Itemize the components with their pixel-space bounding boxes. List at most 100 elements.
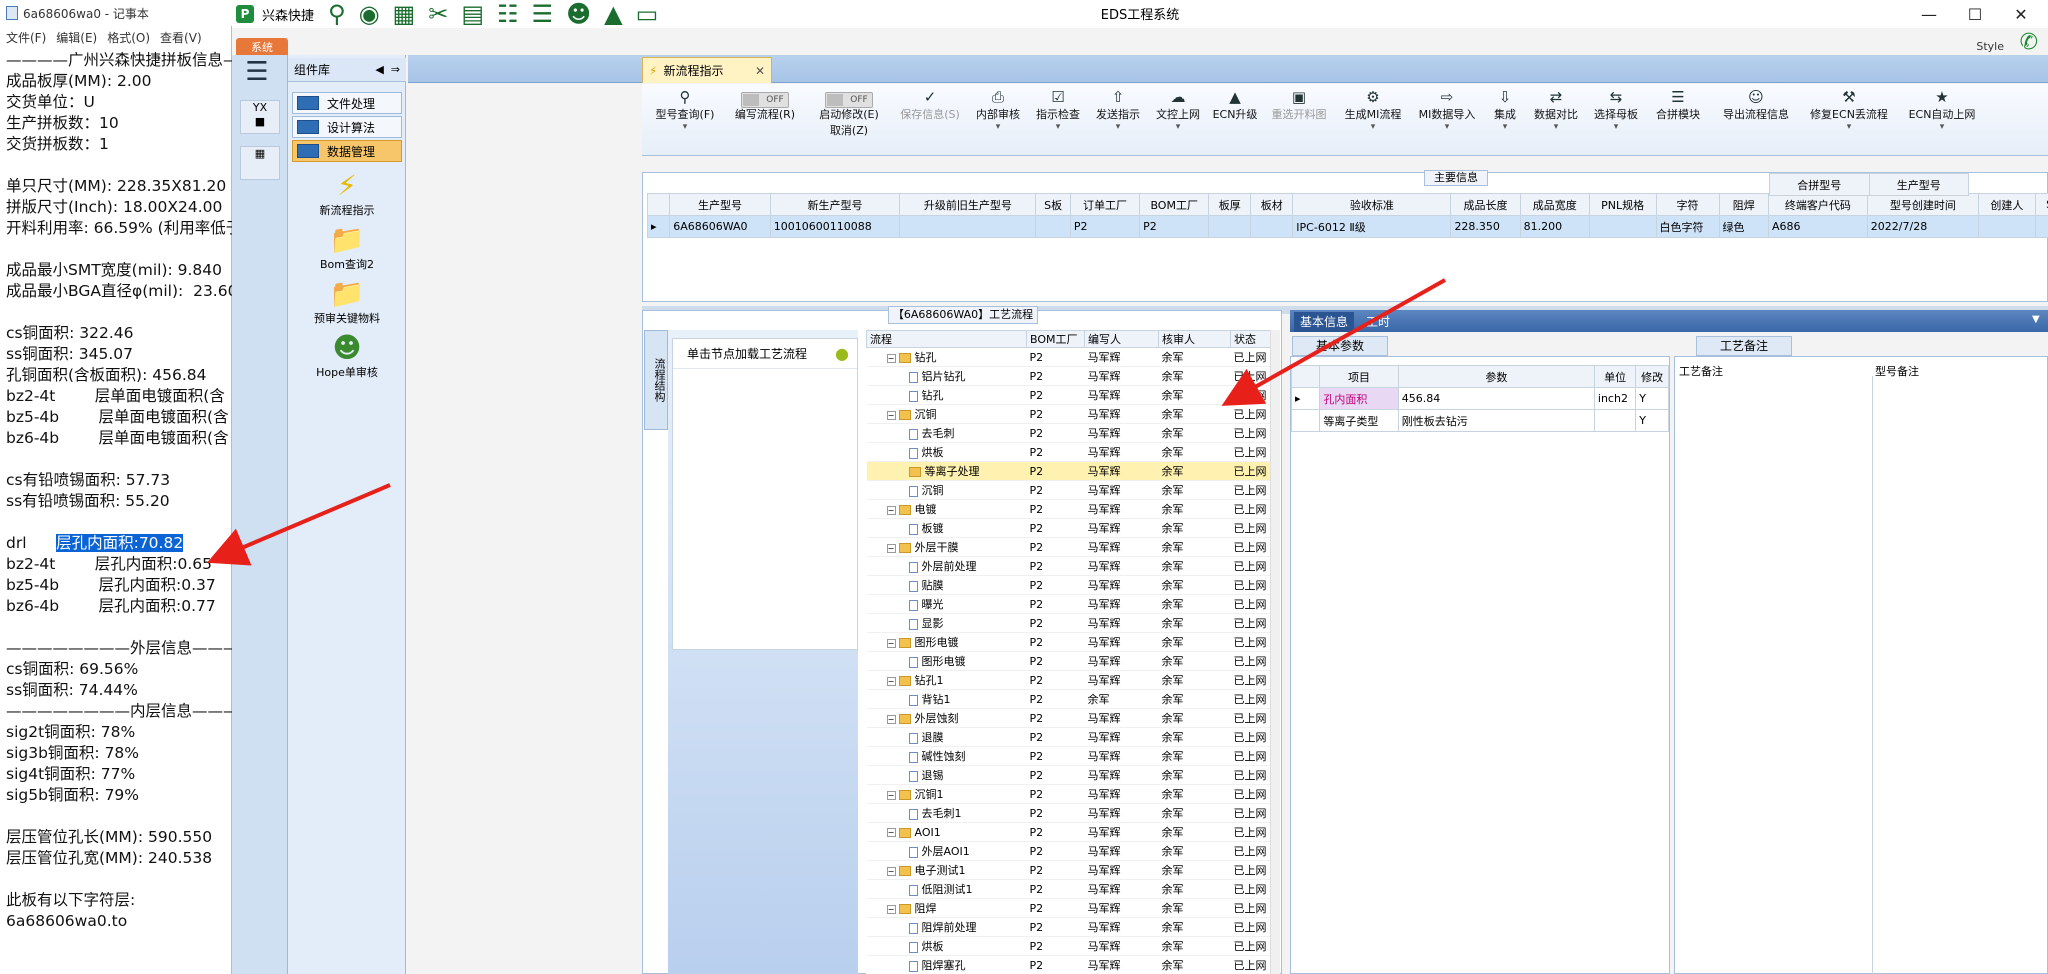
tree-row[interactable]: − 钻孔 P2 马军辉 余军 已上网 — [866, 347, 1278, 367]
tree-row[interactable]: 去毛刺1 P2 马军辉 余军 已上网 — [866, 803, 1278, 823]
merge-column-header[interactable]: 合拼型号 — [1769, 173, 1870, 196]
tree-row[interactable]: 退膜 P2 马军辉 余军 已上网 — [866, 727, 1278, 747]
tree-row[interactable]: 外层前处理 P2 马军辉 余军 已上网 — [866, 556, 1278, 576]
tree-row[interactable]: 显影 P2 马军辉 余军 已上网 — [866, 613, 1278, 633]
toolbar-button-6[interactable]: ⇧ 发送指示 ▾ — [1088, 88, 1148, 148]
toggle-switch[interactable]: OFF — [724, 88, 806, 108]
notepad-text-area[interactable]: ————广州兴森快捷拼板信息———— 成品板厚(MM): 2.00 交货单位：U 生产… — [6, 50, 232, 974]
column-header[interactable]: 型号创建时间 — [1866, 193, 1979, 216]
tree-row[interactable]: 阻焊前处理 P2 马军辉 余军 已上网 — [866, 917, 1278, 937]
tree-row[interactable]: − 电子测试1 P2 马军辉 余军 已上网 — [866, 860, 1278, 880]
param-column-header[interactable]: 单位 — [1593, 365, 1637, 388]
toolbar-button-13[interactable]: ⇄ 数据对比 ▾ — [1526, 88, 1586, 148]
library-item-1[interactable]: 📁 Bom查询2 — [292, 224, 402, 272]
tree-node[interactable]: − AOI1 — [866, 822, 1027, 842]
tree-row[interactable]: 低阻测试1 P2 马军辉 余军 已上网 — [866, 879, 1278, 899]
tree-node[interactable]: 低阻测试1 — [866, 879, 1027, 899]
grid-icon[interactable]: ▦ — [393, 2, 416, 26]
column-header[interactable]: S板 — [1035, 193, 1071, 216]
collapse-icon[interactable]: − — [886, 904, 896, 914]
column-header[interactable]: 生产型号 — [669, 193, 771, 216]
toolbar-button-3[interactable]: ✓ 保存信息(S) — [892, 88, 968, 148]
collapse-icon[interactable]: − — [886, 714, 896, 724]
phone-icon[interactable]: ✆ — [2020, 30, 2038, 55]
tree-column-header[interactable]: 编写人 — [1084, 330, 1159, 348]
list-icon[interactable]: ☰ — [532, 2, 554, 26]
tree-node[interactable]: 去毛刺 — [866, 423, 1027, 443]
tree-node[interactable]: − 沉铜 — [866, 404, 1027, 424]
tree-node[interactable]: 去毛刺1 — [866, 803, 1027, 823]
library-group-0[interactable]: 文件处理 — [292, 92, 402, 114]
column-header[interactable]: 升级前旧生产型号 — [899, 193, 1037, 216]
notepad-menu-item[interactable]: 查看(V) — [160, 29, 202, 46]
search-icon[interactable]: ⚲ — [328, 2, 346, 26]
toolbar-button-12[interactable]: ⇩ 集成 ▾ — [1484, 88, 1526, 148]
main-info-cell[interactable]: 2022/7/28 — [1866, 215, 1979, 238]
library-group-1[interactable]: 设计算法 — [292, 116, 402, 138]
clipboard-icon[interactable]: ☷ — [497, 2, 519, 26]
main-info-cell[interactable]: 6A68606WA0 — [669, 215, 771, 238]
toolbar-button-5[interactable]: ☑ 指示检查 ▾ — [1028, 88, 1088, 148]
tree-row[interactable]: 去毛刺 P2 马军辉 余军 已上网 — [866, 423, 1278, 443]
tree-row[interactable]: 钻孔 P2 马军辉 余军 已上网 — [866, 385, 1278, 405]
column-header[interactable]: 创建人 — [1977, 193, 2036, 216]
tree-node[interactable]: 烘板 — [866, 442, 1027, 462]
toolbar-button-9[interactable]: ▣ 重选开料图 — [1262, 88, 1336, 148]
toolbar-button-14[interactable]: ⇆ 选择母板 ▾ — [1586, 88, 1646, 148]
selected-text[interactable]: 层孔内面积:70.82 — [56, 534, 184, 552]
maximize-button[interactable]: ☐ — [1958, 2, 1992, 26]
tree-row[interactable]: 图形电镀 P2 马军辉 余军 已上网 — [866, 651, 1278, 671]
tree-row[interactable]: 碱性蚀刻 P2 马军辉 余军 已上网 — [866, 746, 1278, 766]
param-column-header[interactable]: 项目 — [1319, 365, 1399, 388]
tree-row[interactable]: − 外层干膜 P2 马军辉 余军 已上网 — [866, 537, 1278, 557]
param-value[interactable]: 456.84 — [1397, 387, 1595, 410]
collapse-icon[interactable]: − — [886, 866, 896, 876]
tree-row[interactable]: 沉铜 P2 马军辉 余军 已上网 — [866, 480, 1278, 500]
toolbar-button-8[interactable]: ▲ ECN升级 — [1208, 88, 1262, 148]
hamburger-menu-icon[interactable]: ☰ — [242, 59, 272, 85]
param-row[interactable]: 等离子类型 刚性板去钻污 Y — [1290, 409, 1669, 432]
tree-node[interactable]: − 钻孔1 — [866, 670, 1027, 690]
tree-node[interactable]: − 图形电镀 — [866, 632, 1027, 652]
column-header[interactable]: 终端客户代码 — [1767, 193, 1868, 216]
main-info-cell[interactable]: 10010600110088 — [769, 215, 901, 238]
column-header[interactable]: 板材 — [1250, 193, 1294, 216]
chevron-down-icon[interactable]: ▼ — [2032, 314, 2040, 325]
main-info-cell[interactable]: P2 — [1069, 215, 1141, 238]
tree-row[interactable]: 退锡 P2 马军辉 余军 已上网 — [866, 765, 1278, 785]
user-icon[interactable]: ☻ — [566, 2, 591, 26]
library-item-2[interactable]: 📁 预审关键物料 — [292, 278, 402, 326]
tree-row[interactable]: − 沉铜1 P2 马军辉 余军 已上网 — [866, 784, 1278, 804]
toolbar-button-17[interactable]: ⚒ 修复ECN丢流程 ▾ — [1802, 88, 1896, 148]
collapse-icon[interactable]: − — [886, 828, 896, 837]
tree-node[interactable]: 钻孔 — [866, 385, 1027, 405]
toolbar-button-4[interactable]: ⎙ 内部审核 ▾ — [968, 88, 1028, 148]
monitor-icon[interactable]: ▭ — [636, 2, 659, 26]
tree-node[interactable]: − 沉铜1 — [866, 784, 1027, 804]
yx-module-icon[interactable]: YX ■ — [240, 100, 280, 134]
notepad-menu-item[interactable]: 编辑(E) — [56, 29, 97, 46]
notepad-menu-item[interactable]: 文件(F) — [6, 29, 46, 46]
tree-node[interactable]: 板镀 — [866, 518, 1027, 538]
tree-node[interactable]: 碱性蚀刻 — [866, 746, 1027, 766]
main-info-cell[interactable] — [899, 215, 1037, 238]
tree-node[interactable]: − 电子测试1 — [866, 860, 1027, 880]
param-column-header[interactable]: 参数 — [1397, 365, 1595, 388]
tree-row[interactable]: 烘板 P2 马军辉 余军 已上网 — [866, 442, 1278, 462]
main-info-cell[interactable] — [1977, 215, 2036, 238]
close-button[interactable]: ✕ — [2004, 2, 2038, 26]
panel-nav-icon[interactable]: ◀ ⇒ — [375, 63, 400, 76]
toolbar-button-16[interactable]: ☺ 导出流程信息 — [1710, 88, 1802, 148]
tree-scrollbar[interactable] — [1270, 330, 1280, 974]
toolbar-button-10[interactable]: ⚙ 生成MI流程 ▾ — [1336, 88, 1410, 148]
main-info-cell[interactable]: 228.350 — [1450, 215, 1521, 238]
tree-row[interactable]: 板镀 P2 马军辉 余军 已上网 — [866, 518, 1278, 538]
collapse-icon[interactable]: − — [886, 638, 896, 648]
column-header[interactable]: 验收标准 — [1292, 193, 1452, 216]
main-info-cell[interactable]: 白色字符 — [1655, 215, 1720, 238]
column-header[interactable]: BOM工厂 — [1139, 193, 1210, 216]
toggle-switch[interactable]: OFF — [806, 88, 892, 108]
column-header[interactable]: 订单工厂 — [1069, 193, 1141, 216]
tree-node[interactable]: − 电镀 — [866, 499, 1027, 519]
toolbar-button-0[interactable]: ⚲ 型号查询(F) ▾ — [646, 88, 724, 148]
